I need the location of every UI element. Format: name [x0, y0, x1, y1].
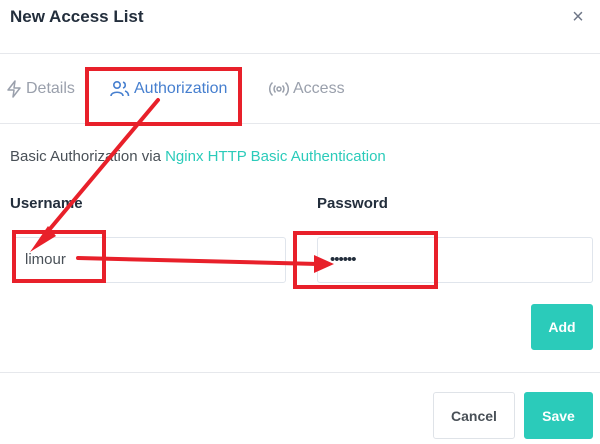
add-button[interactable]: Add: [531, 304, 593, 350]
tab-details-label: Details: [26, 80, 75, 97]
close-icon[interactable]: ×: [568, 6, 588, 28]
tab-details[interactable]: Details: [6, 78, 75, 100]
save-button[interactable]: Save: [524, 392, 593, 439]
password-label: Password: [317, 195, 388, 212]
tab-bar: Details Authorization Access: [0, 54, 600, 124]
footer-divider: [0, 372, 600, 373]
tab-authorization[interactable]: Authorization: [110, 78, 227, 100]
username-label: Username: [10, 195, 83, 212]
modal-title: New Access List: [10, 7, 144, 26]
cancel-button[interactable]: Cancel: [433, 392, 515, 439]
auth-description: Basic Authorization via Nginx HTTP Basic…: [10, 148, 386, 165]
tab-authorization-label: Authorization: [134, 80, 228, 97]
users-icon: [110, 80, 130, 97]
password-field[interactable]: ••••••: [317, 237, 593, 283]
modal-header: New Access List ×: [0, 0, 600, 54]
username-field[interactable]: limour: [12, 237, 286, 283]
nginx-auth-link[interactable]: Nginx HTTP Basic Authentication: [165, 148, 386, 165]
broadcast-icon: [269, 81, 289, 97]
tab-access-label: Access: [293, 80, 345, 97]
tab-access[interactable]: Access: [269, 78, 345, 100]
lightning-icon: [7, 80, 21, 98]
auth-description-text: Basic Authorization via: [10, 148, 166, 165]
